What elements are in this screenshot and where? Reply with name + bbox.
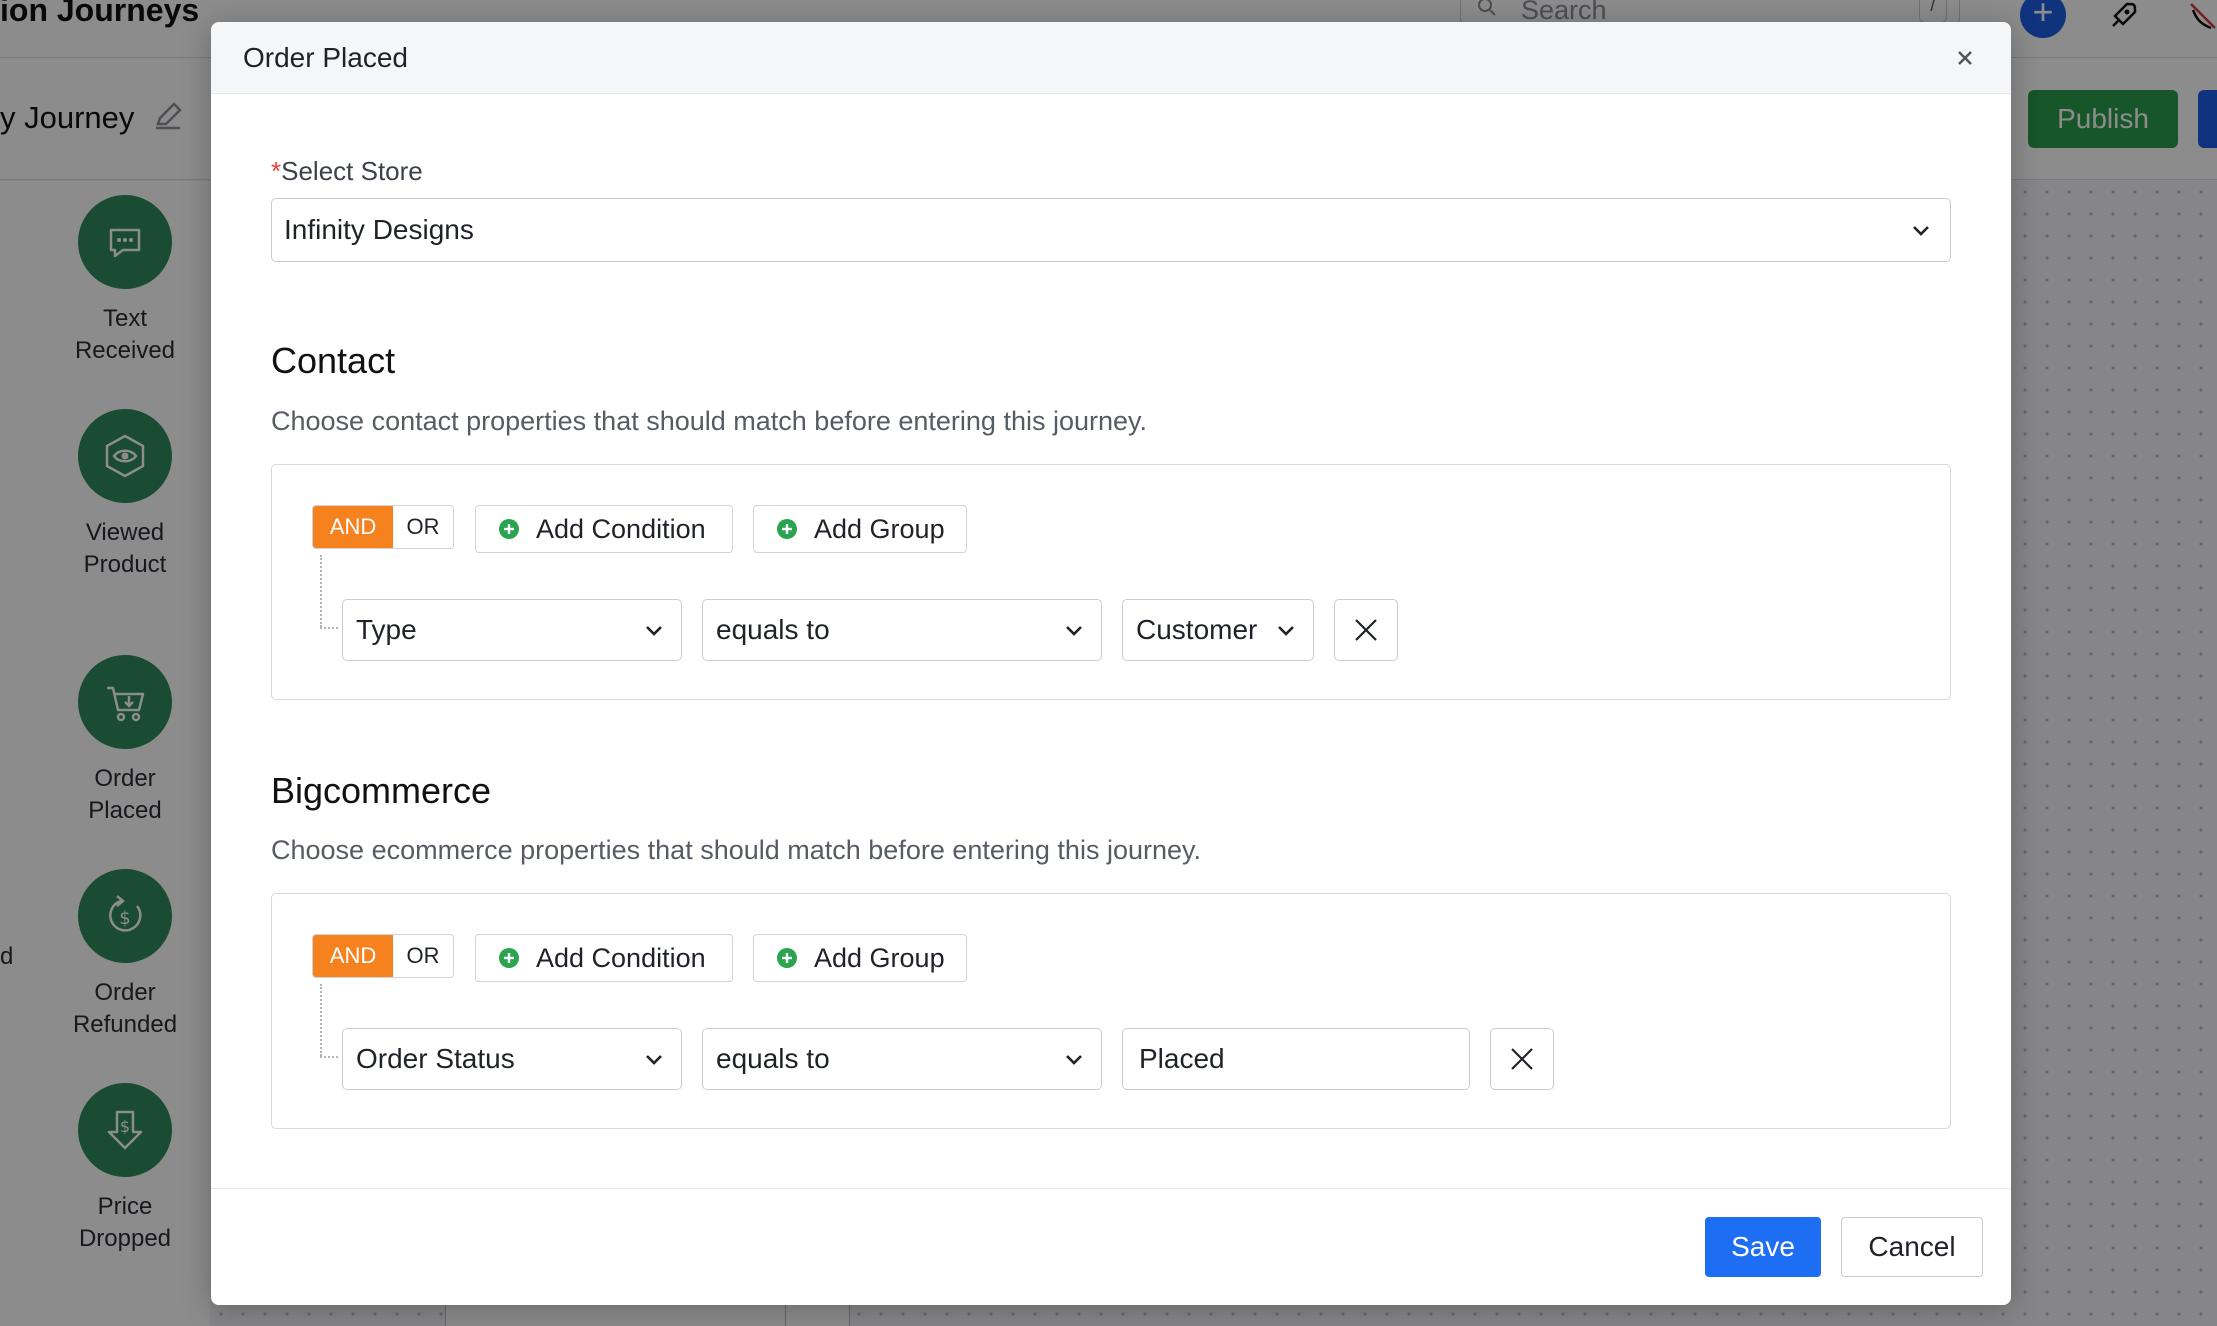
plus-circle-icon bbox=[499, 519, 519, 539]
condition-operator-select[interactable]: equals to bbox=[702, 599, 1102, 661]
condition-operator-select[interactable]: equals to bbox=[702, 1028, 1102, 1090]
chevron-down-icon bbox=[646, 626, 662, 636]
logic-or-button[interactable]: OR bbox=[393, 506, 453, 548]
ecommerce-logic-toggle: AND OR bbox=[312, 934, 454, 978]
contact-section-description: Choose contact properties that should ma… bbox=[271, 406, 1148, 436]
plus-circle-icon bbox=[499, 948, 519, 968]
condition-property-select[interactable]: Type bbox=[342, 599, 682, 661]
tree-connector bbox=[320, 1056, 338, 1058]
add-group-button[interactable]: Add Group bbox=[753, 505, 967, 553]
add-condition-label: Add Condition bbox=[536, 513, 706, 544]
modal-title: Order Placed bbox=[243, 42, 408, 73]
contact-section-title: Contact bbox=[271, 340, 396, 381]
chevron-down-icon bbox=[646, 1055, 662, 1065]
close-icon bbox=[1511, 1048, 1533, 1070]
tree-connector bbox=[320, 984, 322, 1056]
tree-connector bbox=[320, 627, 338, 629]
chevron-down-icon bbox=[1066, 626, 1082, 636]
condition-operator-value: equals to bbox=[716, 1043, 830, 1074]
logic-or-button[interactable]: OR bbox=[393, 935, 453, 977]
add-group-button[interactable]: Add Group bbox=[753, 934, 967, 982]
add-condition-label: Add Condition bbox=[536, 942, 706, 973]
contact-logic-toggle: AND OR bbox=[312, 505, 454, 549]
close-icon bbox=[1355, 619, 1377, 641]
trigger-settings-modal: Order Placed *Select Store Infinity Desi… bbox=[211, 22, 2011, 1305]
plus-circle-icon bbox=[777, 948, 797, 968]
ecommerce-section-description: Choose ecommerce properties that should … bbox=[271, 835, 1201, 865]
add-group-label: Add Group bbox=[814, 513, 945, 544]
select-store-label-text: Select Store bbox=[281, 156, 423, 186]
add-group-label: Add Group bbox=[814, 942, 945, 973]
remove-condition-button[interactable] bbox=[1334, 599, 1398, 661]
tree-connector bbox=[320, 555, 322, 627]
modal-header: Order Placed bbox=[211, 22, 2011, 94]
condition-operator-value: equals to bbox=[716, 614, 830, 645]
condition-value-input[interactable] bbox=[1122, 1028, 1470, 1090]
contact-conditions-box: AND OR Add Condition Add Group Type equa… bbox=[271, 464, 1951, 700]
remove-condition-button[interactable] bbox=[1490, 1028, 1554, 1090]
condition-value: Customer bbox=[1136, 614, 1258, 645]
condition-value-select[interactable]: Customer bbox=[1122, 599, 1314, 661]
ecommerce-section-title: Bigcommerce bbox=[271, 770, 492, 811]
chevron-down-icon bbox=[1913, 226, 1929, 236]
select-store-label: *Select Store bbox=[271, 156, 423, 187]
modal-footer: Save Cancel bbox=[211, 1188, 2011, 1305]
condition-property-value: Order Status bbox=[356, 1043, 515, 1074]
ecommerce-conditions-box: AND OR Add Condition Add Group Order Sta… bbox=[271, 893, 1951, 1129]
save-button[interactable]: Save bbox=[1705, 1217, 1821, 1277]
logic-and-button[interactable]: AND bbox=[313, 506, 393, 548]
condition-property-value: Type bbox=[356, 614, 417, 645]
chevron-down-icon bbox=[1278, 626, 1294, 636]
store-select-value: Infinity Designs bbox=[284, 214, 474, 245]
close-icon[interactable] bbox=[1949, 42, 1981, 74]
cancel-button[interactable]: Cancel bbox=[1841, 1217, 1983, 1277]
add-condition-button[interactable]: Add Condition bbox=[475, 505, 733, 553]
condition-property-select[interactable]: Order Status bbox=[342, 1028, 682, 1090]
logic-and-button[interactable]: AND bbox=[313, 935, 393, 977]
plus-circle-icon bbox=[777, 519, 797, 539]
chevron-down-icon bbox=[1066, 1055, 1082, 1065]
add-condition-button[interactable]: Add Condition bbox=[475, 934, 733, 982]
required-mark: * bbox=[271, 156, 282, 186]
store-select[interactable]: Infinity Designs bbox=[271, 198, 1951, 262]
